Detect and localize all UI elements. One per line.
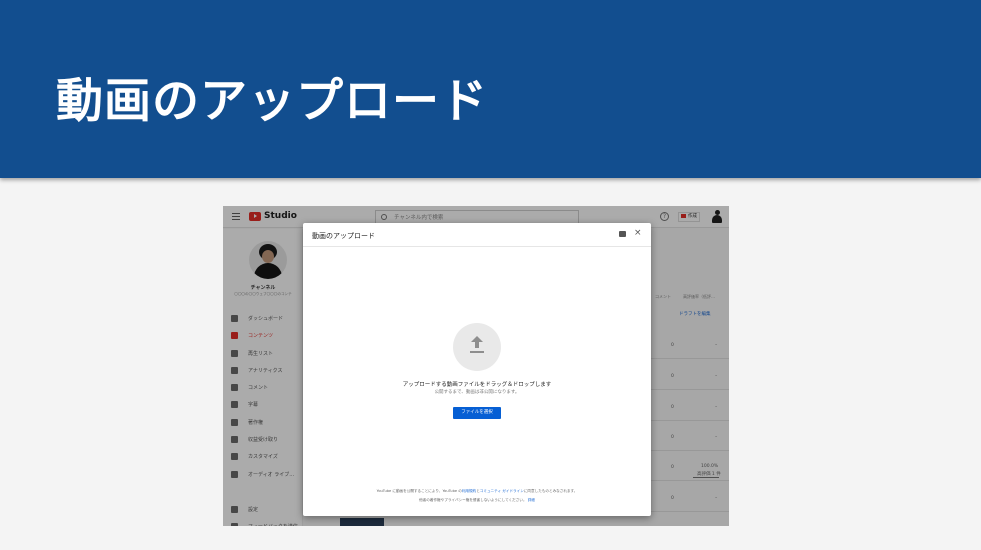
terms-of-service-link[interactable]: 利用規約 bbox=[462, 489, 476, 493]
drop-instruction: アップロードする動画ファイルをドラッグ＆ドロップします bbox=[402, 382, 552, 388]
copyright-note: 他者の著作権やプライバシー権を侵害しないようにしてください。 詳細 bbox=[303, 498, 651, 503]
slide-title: 動画のアップロード bbox=[56, 74, 488, 129]
upload-icon bbox=[470, 336, 484, 356]
dialog-divider bbox=[303, 246, 651, 247]
upload-dialog: 動画のアップロード × アップロードする動画ファイルをドラッグ＆ドロップします … bbox=[303, 223, 651, 516]
privacy-note: 公開するまで、動画は非公開になります。 bbox=[434, 390, 520, 395]
dialog-title: 動画のアップロード bbox=[312, 232, 375, 240]
terms-text: YouTube に動画を公開することにより、YouTube の利用規約とコミュニ… bbox=[303, 489, 651, 494]
learn-more-link[interactable]: 詳細 bbox=[528, 498, 535, 502]
community-guidelines-link[interactable]: コミュニティ ガイドライン bbox=[480, 489, 524, 493]
terms-prefix: YouTube に動画を公開することにより、YouTube の bbox=[376, 489, 462, 493]
copyright-text: 他者の著作権やプライバシー権を侵害しないようにしてください。 bbox=[419, 498, 527, 502]
feedback-icon[interactable] bbox=[619, 231, 626, 237]
upload-drop-target[interactable] bbox=[453, 323, 501, 371]
select-file-button[interactable]: ファイルを選択 bbox=[453, 407, 501, 419]
slide: 動画のアップロード Studio チャンネル内で検索 ? 作成 チャンネル 〇〇… bbox=[0, 0, 981, 550]
terms-suffix: に同意したものとみなされます。 bbox=[523, 489, 578, 493]
title-banner: 動画のアップロード bbox=[0, 0, 981, 178]
studio-screenshot: Studio チャンネル内で検索 ? 作成 チャンネル 〇〇〇の〇〇ウェブ〇〇〇… bbox=[223, 206, 729, 526]
close-icon[interactable]: × bbox=[634, 228, 642, 238]
